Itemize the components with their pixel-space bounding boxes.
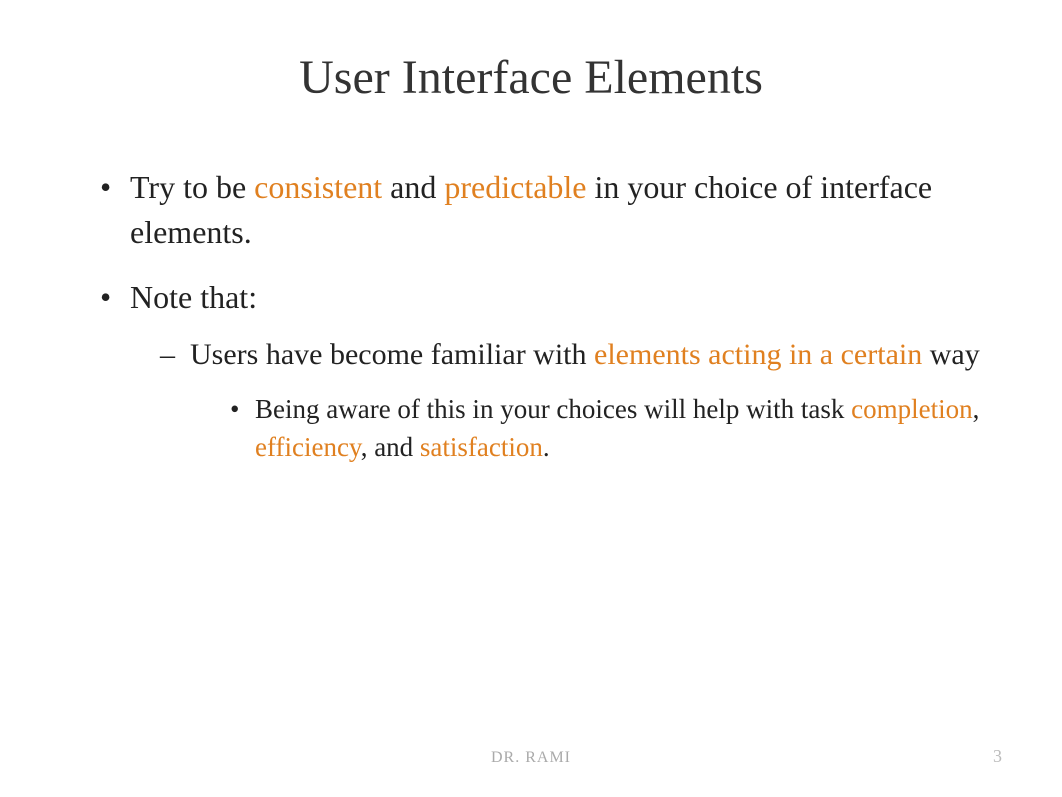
highlight-consistent: consistent [254, 169, 390, 205]
text-segment: , and [361, 432, 420, 462]
bullet-item-2: Note that: Users have become familiar wi… [100, 275, 982, 467]
bullet-item-1: Try to be consistent and predictable in … [100, 165, 982, 255]
text-segment: . [543, 432, 550, 462]
text-segment: Note that: [130, 279, 257, 315]
highlight-efficiency: efficiency [255, 432, 361, 462]
text-segment: way [930, 338, 980, 371]
footer-author: DR. RAMI [0, 749, 1062, 767]
highlight-predictable: predictable [444, 169, 594, 205]
highlight-completion: completion [851, 394, 972, 424]
page-number: 3 [993, 746, 1002, 767]
text-segment: Try to be [130, 169, 254, 205]
text-segment: Users have become familiar with [190, 338, 594, 371]
text-segment: , [973, 394, 980, 424]
text-segment: Being aware of this in your choices will… [255, 394, 851, 424]
slide-title: User Interface Elements [80, 50, 982, 105]
dash-item-1: Users have become familiar with elements… [160, 334, 982, 467]
highlight-satisfaction: satisfaction [420, 432, 543, 462]
sub-bullet-list: Being aware of this in your choices will… [190, 391, 982, 467]
highlight-elements-acting: elements acting in a certain [594, 338, 930, 371]
main-bullet-list: Try to be consistent and predictable in … [80, 165, 982, 467]
text-segment: and [390, 169, 444, 205]
sub-bullet-item-1: Being aware of this in your choices will… [230, 391, 982, 467]
dash-list: Users have become familiar with elements… [130, 334, 982, 467]
